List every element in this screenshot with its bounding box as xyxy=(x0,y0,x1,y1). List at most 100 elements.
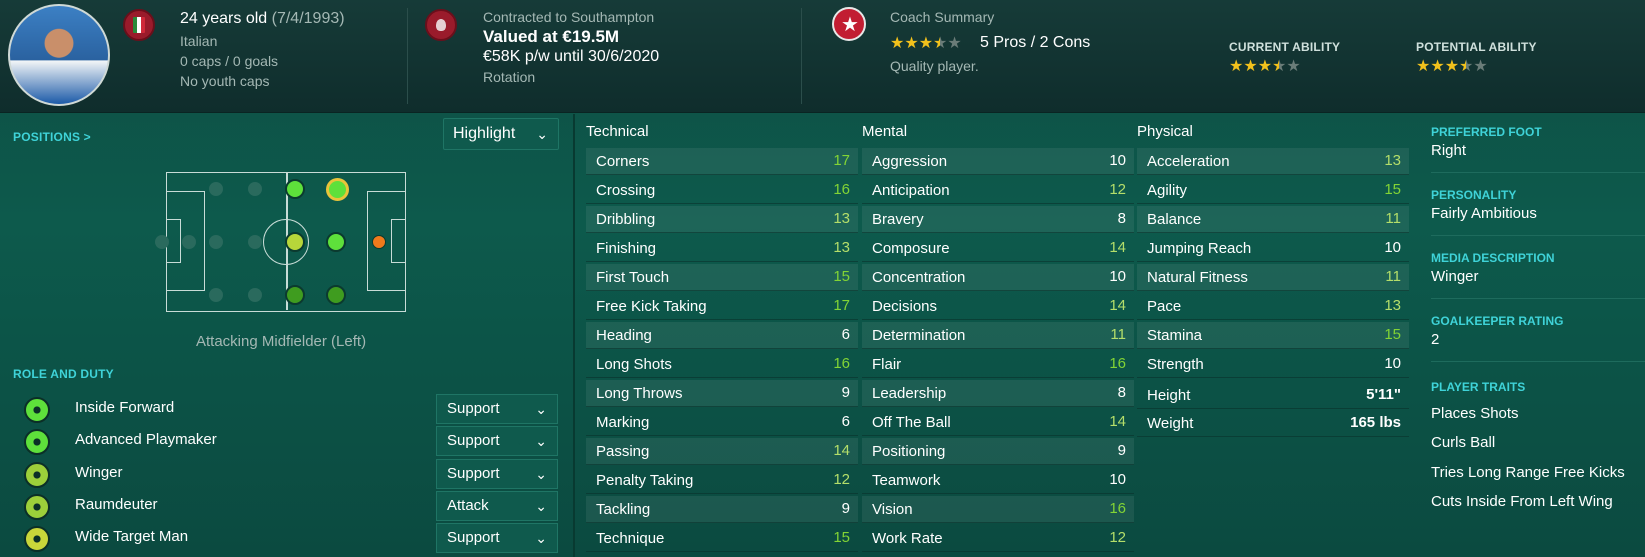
position-dot-gk[interactable] xyxy=(372,235,386,249)
attribute-row[interactable]: Decisions 14 xyxy=(862,293,1134,320)
position-slot[interactable] xyxy=(182,235,196,249)
position-slot[interactable] xyxy=(248,288,262,302)
attribute-row[interactable]: Concentration 10 xyxy=(862,264,1134,291)
attribute-row[interactable]: Pace 13 xyxy=(1137,293,1409,320)
position-slot[interactable] xyxy=(248,182,262,196)
attribute-value: 11 xyxy=(1385,210,1401,227)
position-slot[interactable] xyxy=(209,288,223,302)
attribute-row[interactable]: Marking 6 xyxy=(586,409,858,436)
goalkeeper-rating-value: 2 xyxy=(1431,331,1440,348)
attribute-row[interactable]: Jumping Reach 10 xyxy=(1137,235,1409,262)
dob-text: (7/4/1993) xyxy=(271,10,345,27)
attribute-value: 15 xyxy=(833,529,850,546)
coach-summary-title[interactable]: Coach Summary xyxy=(890,9,994,25)
chevron-down-icon: ⌄ xyxy=(535,530,547,546)
role-row[interactable]: Wide Target Man Support ⌄ xyxy=(0,523,560,553)
attribute-row[interactable]: Teamwork 10 xyxy=(862,467,1134,494)
player-trait[interactable]: Curls Ball xyxy=(1431,434,1495,451)
player-trait[interactable]: Tries Long Range Free Kicks xyxy=(1431,464,1625,481)
attribute-name: Corners xyxy=(596,153,650,170)
position-slot[interactable] xyxy=(209,182,223,196)
attribute-row[interactable]: Balance 11 xyxy=(1137,206,1409,233)
player-trait[interactable]: Cuts Inside From Left Wing xyxy=(1431,493,1613,510)
role-row[interactable]: Inside Forward Support ⌄ xyxy=(0,394,560,424)
club-crest-icon[interactable] xyxy=(425,9,457,41)
duty-dropdown[interactable]: Support ⌄ xyxy=(436,459,558,489)
attribute-row[interactable]: Anticipation 12 xyxy=(862,177,1134,204)
position-dot-am-c[interactable] xyxy=(285,232,305,252)
position-slot[interactable] xyxy=(248,235,262,249)
attribute-row[interactable]: Bravery 8 xyxy=(862,206,1134,233)
duty-label: Support xyxy=(447,432,500,449)
position-slot[interactable] xyxy=(209,235,223,249)
attribute-name: Heading xyxy=(596,327,652,344)
duty-dropdown[interactable]: Support ⌄ xyxy=(436,426,558,456)
attribute-name: Strength xyxy=(1147,356,1204,373)
positions-link[interactable]: POSITIONS > xyxy=(13,130,91,144)
attribute-row[interactable]: First Touch 15 xyxy=(586,264,858,291)
attribute-row[interactable]: Aggression 10 xyxy=(862,148,1134,175)
position-dot-st-l[interactable] xyxy=(326,178,349,201)
media-description-label: MEDIA DESCRIPTION xyxy=(1431,251,1555,265)
duty-dropdown[interactable]: Attack ⌄ xyxy=(436,491,558,521)
potential-ability-label: POTENTIAL ABILITY xyxy=(1416,40,1537,54)
attribute-row[interactable]: Composure 14 xyxy=(862,235,1134,262)
attribute-row[interactable]: Technique 15 xyxy=(586,525,858,552)
role-row[interactable]: Winger Support ⌄ xyxy=(0,459,560,489)
attribute-row[interactable]: Natural Fitness 11 xyxy=(1137,264,1409,291)
age-line: 24 years old (7/4/1993) xyxy=(180,10,345,28)
attribute-row[interactable]: Long Shots 16 xyxy=(586,351,858,378)
attribute-row[interactable]: Determination 11 xyxy=(862,322,1134,349)
attribute-value: 14 xyxy=(1109,239,1126,256)
star-icon: ★ xyxy=(1416,58,1431,75)
attribute-row[interactable]: Finishing 13 xyxy=(586,235,858,262)
player-trait[interactable]: Places Shots xyxy=(1431,405,1519,422)
attribute-row[interactable]: Work Rate 12 xyxy=(862,525,1134,552)
attribute-name: Determination xyxy=(872,327,966,344)
attribute-row[interactable]: Acceleration 13 xyxy=(1137,148,1409,175)
attribute-row[interactable]: Stamina 15 xyxy=(1137,322,1409,349)
attribute-row[interactable]: Off The Ball 14 xyxy=(862,409,1134,436)
attribute-row[interactable]: Passing 14 xyxy=(586,438,858,465)
attribute-row[interactable]: Flair 16 xyxy=(862,351,1134,378)
media-description-value[interactable]: Winger xyxy=(1431,268,1479,285)
attribute-value: 13 xyxy=(1384,152,1401,169)
attribute-row[interactable]: Tackling 9 xyxy=(586,496,858,523)
attribute-row[interactable]: Corners 17 xyxy=(586,148,858,175)
attribute-name: Dribbling xyxy=(596,211,656,228)
duty-dropdown[interactable]: Support ⌄ xyxy=(436,523,558,553)
attribute-row[interactable]: Strength 10 xyxy=(1137,351,1409,378)
attribute-row[interactable]: Crossing 16 xyxy=(586,177,858,204)
pros-cons[interactable]: 5 Pros / 2 Cons xyxy=(980,34,1090,52)
attribute-value: 10 xyxy=(1384,355,1401,372)
attribute-row[interactable]: Free Kick Taking 17 xyxy=(586,293,858,320)
attribute-row[interactable]: Vision 16 xyxy=(862,496,1134,523)
attribute-name: Bravery xyxy=(872,211,924,228)
attribute-value: 10 xyxy=(1109,268,1126,285)
position-dot-st-r[interactable] xyxy=(326,285,346,305)
info-divider xyxy=(1431,235,1645,236)
attribute-row[interactable]: Leadership 8 xyxy=(862,380,1134,407)
position-dot-am-l[interactable] xyxy=(285,179,305,199)
role-row[interactable]: Raumdeuter Attack ⌄ xyxy=(0,491,560,521)
attribute-row[interactable]: Penalty Taking 12 xyxy=(586,467,858,494)
position-slot[interactable] xyxy=(155,235,169,249)
position-dot-st-c[interactable] xyxy=(326,232,346,252)
star-empty-icon: ★ xyxy=(1286,58,1301,75)
attribute-name: Anticipation xyxy=(872,182,950,199)
personality-value[interactable]: Fairly Ambitious xyxy=(1431,205,1537,222)
duty-dropdown[interactable]: Support ⌄ xyxy=(436,394,558,424)
chevron-down-icon: ⌄ xyxy=(535,498,547,514)
position-dot-am-r[interactable] xyxy=(285,285,305,305)
contract-club[interactable]: Contracted to Southampton xyxy=(483,9,654,25)
role-row[interactable]: Advanced Playmaker Support ⌄ xyxy=(0,426,560,456)
attribute-row[interactable]: Long Throws 9 xyxy=(586,380,858,407)
attribute-row[interactable]: Agility 15 xyxy=(1137,177,1409,204)
physical-title: Physical xyxy=(1137,123,1193,140)
attribute-row[interactable]: Heading 6 xyxy=(586,322,858,349)
star-icon: ★ xyxy=(918,35,934,52)
current-ability-stars: ★★★★★ xyxy=(1229,56,1301,76)
highlight-dropdown[interactable]: Highlight ⌄ xyxy=(443,118,559,150)
attribute-row[interactable]: Positioning 9 xyxy=(862,438,1134,465)
attribute-row[interactable]: Dribbling 13 xyxy=(586,206,858,233)
